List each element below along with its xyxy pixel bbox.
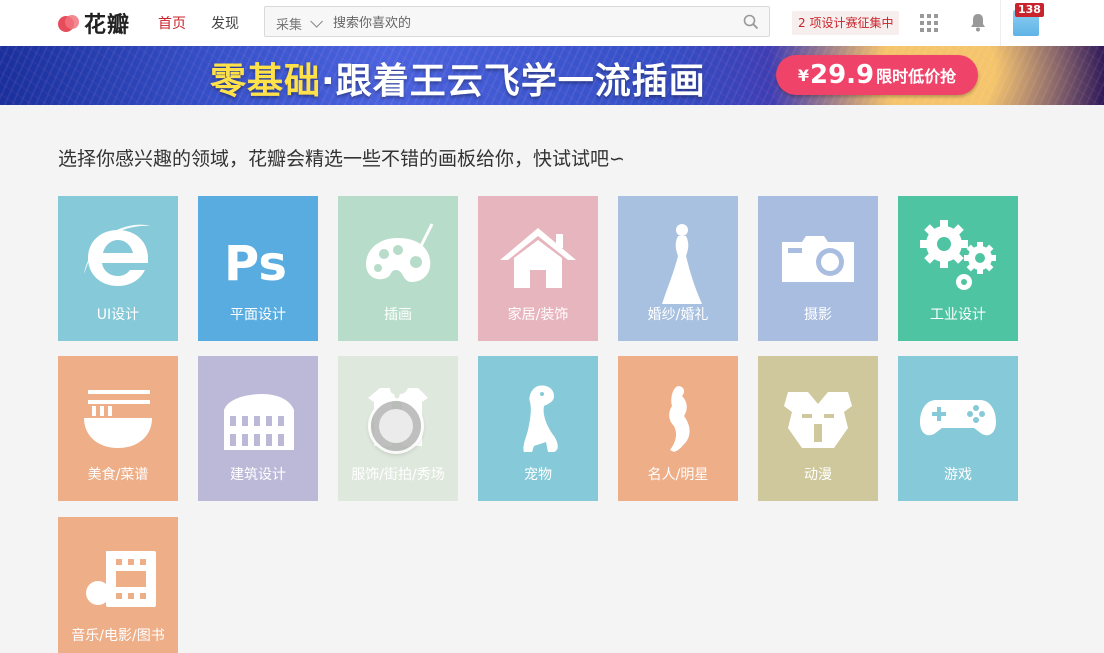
category-label: 摄影 xyxy=(804,307,832,323)
category-label: 工业设计 xyxy=(930,307,986,323)
search-box: 采集 xyxy=(264,6,770,37)
banner-price-button[interactable]: ¥29.9 限时低价抢 xyxy=(776,55,978,95)
category-tile-illustration[interactable]: 插画 xyxy=(338,196,458,341)
top-navigation-bar: 花瓣 首页 发现 采集 2 项设计赛征集中 138 xyxy=(0,0,1104,47)
bell-icon[interactable] xyxy=(969,13,987,32)
petal-logo-icon xyxy=(58,12,80,34)
contest-link[interactable]: 2 项设计赛征集中 xyxy=(792,11,900,35)
dog-icon xyxy=(523,385,558,452)
category-tile-food[interactable]: 美食/菜谱 xyxy=(58,356,178,501)
dancer-icon xyxy=(669,386,690,452)
chevron-down-icon xyxy=(310,15,324,28)
banner-title: 零基础·跟着王云飞学一流插画 xyxy=(210,61,706,102)
ie-logo-icon xyxy=(84,224,150,286)
category-tile-celebrities[interactable]: 名人/明星 xyxy=(618,356,738,501)
category-tile-industrial-design[interactable]: 工业设计 xyxy=(898,196,1018,341)
camera-icon xyxy=(782,236,854,282)
category-tile-architecture[interactable]: 建筑设计 xyxy=(198,356,318,501)
gamepad-icon xyxy=(920,400,996,436)
logo-text: 花瓣 xyxy=(84,13,131,38)
svg-text:Ps: Ps xyxy=(224,236,287,292)
nav-discover-link[interactable]: 发现 xyxy=(211,13,239,33)
category-tile-home-decor[interactable]: 家居/装饰 xyxy=(478,196,598,341)
colosseum-icon xyxy=(224,394,294,450)
user-menu[interactable]: 138 xyxy=(1000,0,1047,46)
apps-grid-icon[interactable] xyxy=(920,14,938,32)
loading-spinner xyxy=(371,401,421,451)
category-label: 游戏 xyxy=(944,467,972,483)
category-tile-photography[interactable]: 摄影 xyxy=(758,196,878,341)
palette-icon xyxy=(366,223,434,282)
search-category-dropdown[interactable]: 采集 xyxy=(276,14,324,33)
category-tile-anime[interactable]: 动漫 xyxy=(758,356,878,501)
music-film-icon xyxy=(86,551,156,607)
category-label: 音乐/电影/图书 xyxy=(71,628,165,644)
category-label: 家居/装饰 xyxy=(507,307,569,323)
category-tile-games[interactable]: 游戏 xyxy=(898,356,1018,501)
search-input[interactable] xyxy=(331,11,735,35)
category-label: 婚纱/婚礼 xyxy=(647,307,709,323)
notification-badge: 138 xyxy=(1015,3,1044,17)
category-tile-ui-design[interactable]: UI设计 xyxy=(58,196,178,341)
house-icon xyxy=(500,228,576,288)
category-tile-graphic-design[interactable]: Ps 平面设计 xyxy=(198,196,318,341)
noodle-bowl-icon xyxy=(84,390,152,448)
category-label: 建筑设计 xyxy=(230,467,286,483)
category-label: UI设计 xyxy=(96,307,140,323)
intro-text: 选择你感兴趣的领域，花瓣会精选一些不错的画板给你，快试试吧∽ xyxy=(58,148,625,170)
category-label: 名人/明星 xyxy=(647,467,709,483)
category-label: 宠物 xyxy=(524,467,552,483)
category-tile-music-film-books[interactable]: 音乐/电影/图书 xyxy=(58,517,178,653)
category-label: 服饰/街拍/秀场 xyxy=(351,467,445,483)
search-icon[interactable] xyxy=(743,14,759,30)
search-category-label: 采集 xyxy=(276,18,303,33)
gears-icon xyxy=(920,220,996,290)
nav-home-link[interactable]: 首页 xyxy=(158,13,186,33)
category-label: 插画 xyxy=(384,307,412,323)
category-label: 美食/菜谱 xyxy=(87,467,149,483)
category-tile-pets[interactable]: 宠物 xyxy=(478,356,598,501)
category-tile-wedding[interactable]: 婚纱/婚礼 xyxy=(618,196,738,341)
bride-icon xyxy=(662,224,702,304)
huaban-logo[interactable]: 花瓣 xyxy=(58,8,130,38)
photoshop-icon: Ps xyxy=(224,236,287,292)
category-label: 动漫 xyxy=(804,467,832,483)
category-label: 平面设计 xyxy=(230,307,286,323)
transformer-icon xyxy=(784,392,852,448)
promo-banner[interactable]: 零基础·跟着王云飞学一流插画 ¥29.9 限时低价抢 xyxy=(0,46,1104,105)
